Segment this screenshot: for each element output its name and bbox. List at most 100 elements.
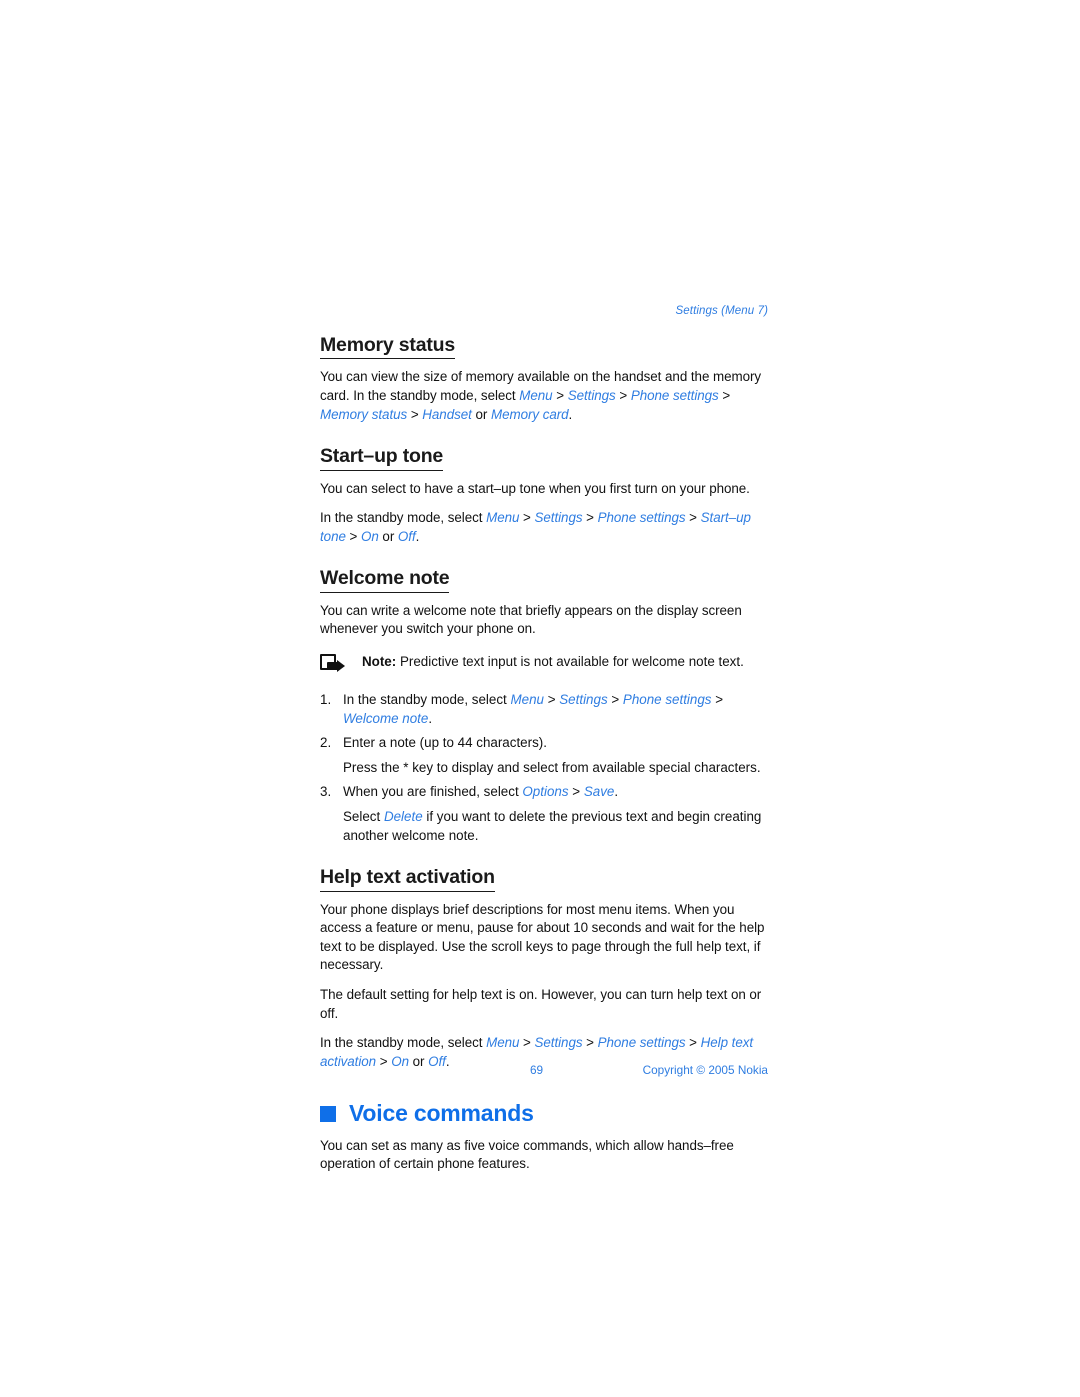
text-run: Select: [343, 809, 384, 825]
text-run: .: [614, 784, 619, 800]
list-item-number: 3.: [320, 784, 332, 800]
menu-path-term: Menu: [486, 510, 520, 526]
menu-path-term: Delete: [383, 809, 423, 825]
section-memory-status: Memory status You can view the size of m…: [320, 334, 768, 424]
text-run: In the standby mode, select: [320, 1035, 487, 1051]
list-item-subtext: Select Delete if you want to delete the …: [343, 808, 768, 845]
document-page: Settings (Menu 7) Memory status You can …: [0, 0, 1080, 1397]
text-run: Press the * key to display and select fr…: [343, 759, 761, 775]
note-body: Predictive text input is not available f…: [396, 654, 744, 670]
note-icon-arrow-head: [337, 659, 345, 672]
menu-path-term: Menu: [519, 388, 553, 404]
list-item: 3. When you are finished, select Options…: [320, 783, 768, 802]
section-heading: Help text activation: [320, 866, 495, 892]
heading-wrap: Memory status: [320, 334, 768, 368]
text-run: .: [428, 710, 433, 726]
text-run: Enter a note (up to 44 characters).: [343, 735, 547, 751]
path-separator: >: [582, 1035, 598, 1051]
list-item-number: 2.: [320, 735, 332, 751]
text-run: or: [471, 406, 491, 422]
paragraph: The default setting for help text is on.…: [320, 986, 768, 1023]
menu-path-term: Options: [522, 784, 569, 800]
path-separator: >: [345, 528, 361, 544]
menu-path-term: Memory status: [320, 406, 408, 422]
path-separator: >: [718, 388, 731, 404]
menu-path-term: Memory card: [490, 406, 569, 422]
section-help-text-activation: Help text activation Your phone displays…: [320, 866, 768, 1071]
section-start-up-tone: Start–up tone You can select to have a s…: [320, 445, 768, 546]
running-header: Settings (Menu 7): [675, 305, 768, 317]
menu-path-term: Handset: [422, 406, 472, 422]
section-heading: Start–up tone: [320, 445, 443, 471]
text-run: or: [408, 1053, 429, 1069]
menu-path-term: Settings: [567, 388, 616, 404]
list-item-subtext: Press the * key to display and select fr…: [343, 759, 768, 778]
section-heading: Welcome note: [320, 568, 450, 593]
square-bullet-icon: [320, 1106, 336, 1123]
section-voice-commands: Voice commands You can set as many as fi…: [320, 1101, 768, 1173]
path-separator: >: [615, 388, 631, 404]
path-separator: >: [685, 510, 701, 526]
path-separator: >: [685, 1035, 701, 1051]
chapter-heading: Voice commands: [320, 1101, 768, 1126]
chapter-title: Voice commands: [349, 1100, 534, 1127]
menu-path-term: Save: [583, 784, 615, 800]
path-separator: >: [568, 784, 584, 800]
note-callout: Note: Predictive text input is not avail…: [320, 653, 768, 676]
list-item-number: 1.: [320, 692, 332, 708]
list-item-text: Enter a note (up to 44 characters).: [343, 734, 768, 753]
menu-path-term: Menu: [510, 692, 544, 708]
procedure-list: 1. In the standby mode, select Menu > Se…: [320, 691, 768, 845]
text-run: .: [568, 406, 573, 422]
menu-path-term: Off: [397, 528, 416, 544]
list-item: 1. In the standby mode, select Menu > Se…: [320, 691, 768, 728]
heading-wrap: Start–up tone: [320, 445, 768, 479]
text-run: .: [415, 528, 420, 544]
path-separator: >: [407, 406, 423, 422]
list-item-text: In the standby mode, select Menu > Setti…: [343, 691, 768, 728]
path-separator: >: [519, 1035, 535, 1051]
page-number: 69: [530, 1063, 544, 1077]
menu-path-term: Menu: [486, 1035, 520, 1051]
text-run: You can select to have a start–up tone w…: [320, 480, 750, 496]
menu-path-term: Phone settings: [622, 692, 712, 708]
text-run: In the standby mode, select: [320, 510, 487, 526]
paragraph: Your phone displays brief descriptions f…: [320, 901, 768, 975]
menu-path-term: Phone settings: [630, 388, 719, 404]
note-pointer-icon: [320, 654, 346, 676]
menu-path-term: Settings: [559, 692, 608, 708]
text-run: In the standby mode, select: [343, 692, 511, 708]
text-run: .: [445, 1053, 450, 1069]
text-run: Your phone displays brief descriptions f…: [320, 901, 765, 973]
menu-path-term: On: [391, 1053, 409, 1069]
text-run: You can write a welcome note that briefl…: [320, 602, 742, 637]
paragraph: You can write a welcome note that briefl…: [320, 602, 768, 639]
paragraph: You can view the size of memory availabl…: [320, 368, 768, 424]
menu-path-term: Phone settings: [597, 1035, 686, 1051]
path-separator: >: [376, 1053, 392, 1069]
paragraph: In the standby mode, select Menu > Setti…: [320, 509, 768, 546]
path-separator: >: [582, 510, 598, 526]
path-separator: >: [519, 510, 535, 526]
paragraph: You can select to have a start–up tone w…: [320, 480, 768, 499]
menu-path-term: On: [361, 528, 379, 544]
list-item-text: When you are finished, select Options > …: [343, 783, 768, 802]
path-separator: >: [607, 692, 623, 708]
copyright-notice: Copyright © 2005 Nokia: [642, 1063, 768, 1077]
path-separator: >: [543, 692, 560, 708]
text-run: The default setting for help text is on.…: [320, 987, 762, 1021]
paragraph: You can set as many as five voice comman…: [320, 1137, 734, 1172]
section-welcome-note: Welcome note You can write a welcome not…: [320, 568, 768, 845]
menu-path-term: Settings: [534, 1035, 583, 1051]
note-text: Note: Predictive text input is not avail…: [362, 653, 744, 672]
path-separator: >: [552, 388, 568, 404]
heading-wrap: Help text activation: [320, 866, 768, 900]
heading-wrap: Welcome note: [320, 568, 768, 601]
menu-path-term: Settings: [534, 510, 583, 526]
note-label: Note:: [362, 654, 397, 670]
menu-path-term: Off: [428, 1053, 446, 1069]
path-separator: >: [711, 692, 724, 708]
text-run: or: [378, 528, 398, 544]
text-run: When you are finished, select: [343, 784, 523, 800]
section-heading: Memory status: [320, 334, 455, 360]
